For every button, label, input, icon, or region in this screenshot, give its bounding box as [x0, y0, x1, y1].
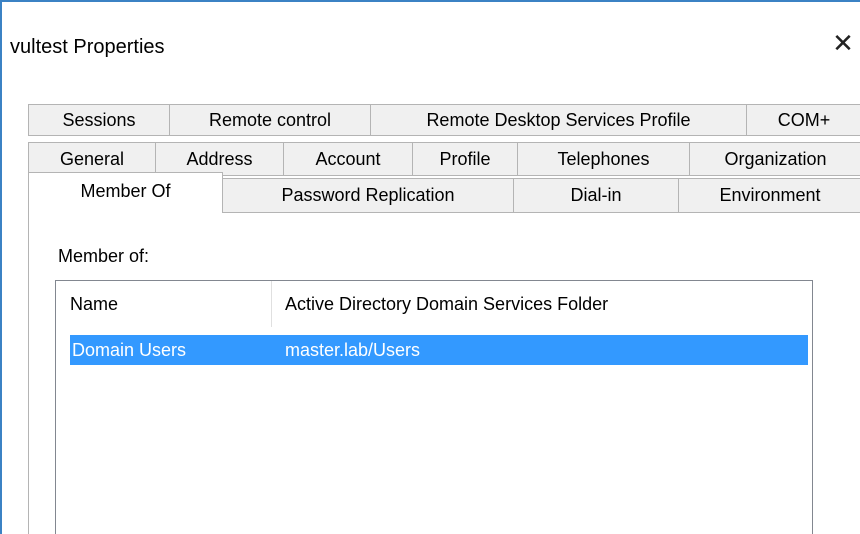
member-of-list[interactable]: Name Active Directory Domain Services Fo…: [55, 280, 813, 534]
table-row[interactable]: Domain Users master.lab/Users: [70, 335, 808, 365]
tab-sessions[interactable]: Sessions: [28, 104, 170, 136]
tab-dial-in[interactable]: Dial-in: [513, 178, 679, 213]
tab-general[interactable]: General: [28, 142, 156, 176]
tab-remote-control[interactable]: Remote control: [169, 104, 371, 136]
tab-password-replication[interactable]: Password Replication: [222, 178, 514, 213]
dialog-title: vultest Properties: [10, 36, 165, 58]
row-folder-cell: master.lab/Users: [285, 340, 421, 360]
column-header-name[interactable]: Name: [56, 281, 271, 327]
tab-account[interactable]: Account: [283, 142, 413, 176]
column-header-folder[interactable]: Active Directory Domain Services Folder: [271, 281, 811, 327]
row-name-cell: Domain Users: [72, 340, 187, 360]
tab-remote-desktop-services-profile[interactable]: Remote Desktop Services Profile: [370, 104, 747, 136]
tab-address[interactable]: Address: [155, 142, 284, 176]
tab-telephones[interactable]: Telephones: [517, 142, 690, 176]
tab-organization[interactable]: Organization: [689, 142, 860, 176]
tab-com-plus[interactable]: COM+: [746, 104, 860, 136]
properties-dialog: vultest Properties ✕ Sessions Remote con…: [0, 0, 860, 534]
close-icon[interactable]: ✕: [828, 28, 858, 58]
tab-member-of[interactable]: Member Of: [28, 172, 223, 213]
member-of-label: Member of:: [58, 246, 150, 266]
tab-profile[interactable]: Profile: [412, 142, 518, 176]
tab-environment[interactable]: Environment: [678, 178, 860, 213]
